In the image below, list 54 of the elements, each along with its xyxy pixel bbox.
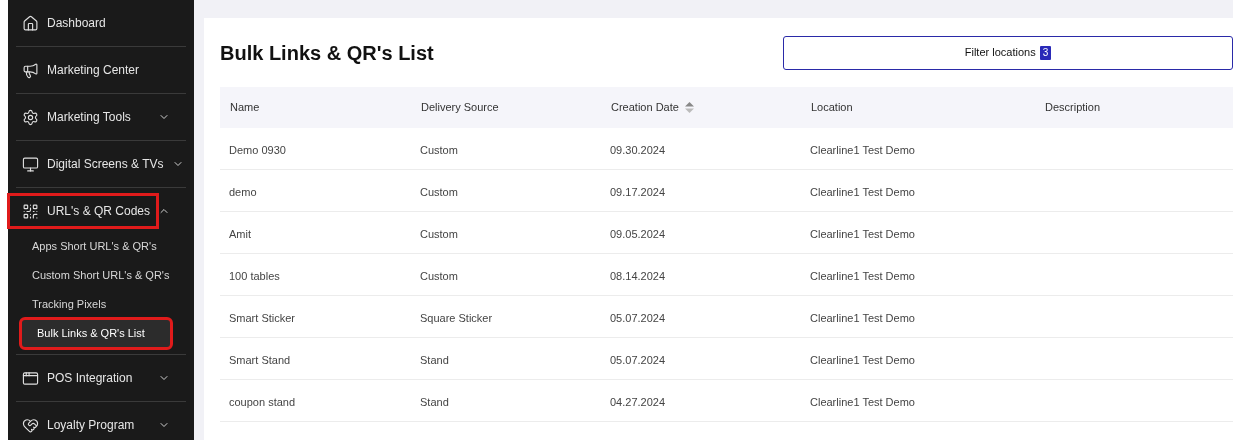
page-title: Bulk Links & QR's List <box>220 40 434 66</box>
table-cell: Amit <box>229 227 251 240</box>
column-header[interactable]: Creation Date <box>611 99 679 116</box>
table-cell: 09.30.2024 <box>610 143 666 156</box>
table-cell: Clearline1 Test Demo <box>810 311 915 324</box>
table-cell: Clearline1 Test Demo <box>810 143 915 156</box>
table-cell: Square Sticker <box>420 311 493 324</box>
table-cell: Smart Stand <box>229 353 291 366</box>
window-icon <box>22 369 39 387</box>
home-icon <box>22 14 39 32</box>
table-cell: 04.27.2024 <box>610 395 666 408</box>
nav-item[interactable]: Loyalty Program <box>16 410 143 440</box>
table-cell: Stand <box>420 395 449 408</box>
table-cell: 05.07.2024 <box>610 353 666 366</box>
table-cell: Clearline1 Test Demo <box>810 353 915 366</box>
table-cell: 09.05.2024 <box>610 227 666 240</box>
table-cell: Stand <box>420 353 449 366</box>
settings-icon <box>22 108 39 126</box>
table-cell: Custom <box>420 143 458 156</box>
monitor-icon <box>22 155 39 173</box>
count-badge: 3 <box>1039 45 1052 60</box>
table-cell: demo <box>229 185 257 198</box>
column-header: Description <box>1045 100 1101 116</box>
nav-item[interactable]: Digital Screens & TVs <box>16 149 172 179</box>
table-cell: coupon stand <box>229 395 296 408</box>
submenu-item[interactable]: Apps Short URL's & QR's <box>16 232 165 261</box>
megaphone-icon <box>22 61 39 79</box>
table-cell: Clearline1 Test Demo <box>810 227 915 240</box>
column-header: Name <box>230 100 260 116</box>
table-cell: Smart Sticker <box>229 311 295 324</box>
nav-item[interactable]: POS Integration <box>16 363 141 393</box>
table-cell: Demo 0930 <box>229 143 286 156</box>
table-cell: Clearline1 Test Demo <box>810 395 915 408</box>
table-cell: Clearline1 Test Demo <box>810 185 915 198</box>
filter-locations-button[interactable]: Filter locations 3 <box>783 35 1233 70</box>
nav-item[interactable]: Marketing Center <box>16 55 148 85</box>
table-cell: 100 tables <box>229 269 280 282</box>
submenu-item[interactable]: Tracking Pixels <box>16 290 115 319</box>
column-header: Delivery Source <box>421 100 499 116</box>
submenu-item[interactable]: Custom Short URL's & QR's <box>16 261 178 290</box>
nav-item[interactable]: Dashboard <box>16 8 114 38</box>
qr-code-icon <box>22 202 39 220</box>
table-cell: Custom <box>420 185 458 198</box>
table-cell: Custom <box>420 227 458 240</box>
sort-icon[interactable] <box>684 102 694 113</box>
table-cell: Custom <box>420 269 458 282</box>
table-cell: 09.17.2024 <box>610 185 666 198</box>
table-cell: 08.14.2024 <box>610 269 666 282</box>
column-header: Location <box>811 100 853 116</box>
nav-item[interactable]: URL's & QR Codes <box>10 196 156 226</box>
table-cell: 05.07.2024 <box>610 311 666 324</box>
submenu-item[interactable]: Bulk Links & QR's List <box>21 319 171 348</box>
table-cell: Clearline1 Test Demo <box>810 269 915 282</box>
nav-item[interactable]: Marketing Tools <box>16 102 139 132</box>
